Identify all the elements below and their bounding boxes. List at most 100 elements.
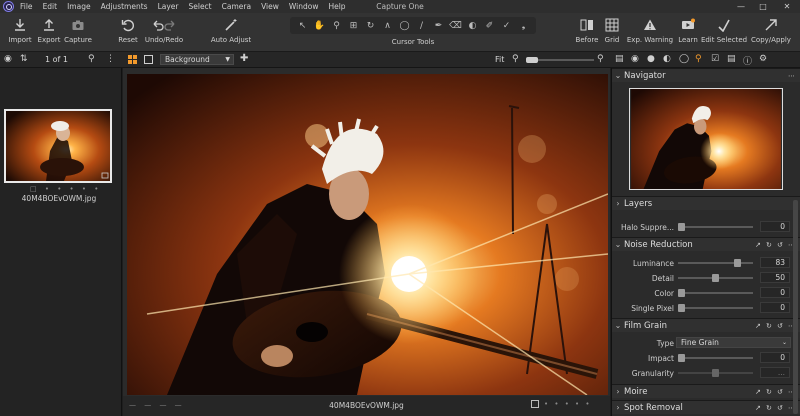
maximize-icon[interactable]: □ bbox=[752, 0, 774, 13]
close-icon[interactable]: ✕ bbox=[776, 0, 798, 13]
copy-icon[interactable]: ↻ bbox=[766, 322, 773, 330]
rating-dots[interactable]: □ • • • • • bbox=[30, 185, 101, 193]
library-tab-icon[interactable]: ▤ bbox=[615, 54, 624, 64]
more-icon[interactable]: ⋯ bbox=[788, 72, 795, 80]
menu-layer[interactable]: Layer bbox=[158, 2, 179, 11]
select-cursor-icon[interactable]: ↖ bbox=[296, 19, 310, 33]
zoom-slider-thumb[interactable] bbox=[526, 57, 538, 63]
eraser-icon[interactable]: ⌫ bbox=[449, 19, 463, 33]
settings-tab-icon[interactable]: ⚙ bbox=[759, 54, 767, 64]
reset-section-icon[interactable]: ↺ bbox=[777, 241, 784, 249]
zoom-fit-label[interactable]: Fit bbox=[495, 55, 504, 64]
sort-icon[interactable]: ⇅ bbox=[20, 54, 28, 64]
halo-suppression-value[interactable]: 0 bbox=[760, 221, 790, 232]
color-picker-icon[interactable]: ✓ bbox=[500, 19, 514, 33]
color-tab-icon[interactable]: ● bbox=[647, 54, 655, 64]
zoom-slider[interactable] bbox=[526, 57, 594, 63]
copy-icon[interactable]: ↻ bbox=[766, 388, 773, 396]
zoom-icon[interactable]: ⚲ bbox=[330, 19, 344, 33]
expand-icon[interactable]: ↗ bbox=[755, 388, 762, 396]
tools-scrollbar[interactable] bbox=[793, 200, 798, 414]
luminance-value[interactable]: 83 bbox=[760, 257, 790, 268]
single-view-icon[interactable] bbox=[144, 55, 153, 64]
slider-thumb[interactable] bbox=[678, 223, 685, 231]
eye-icon[interactable]: ◉ bbox=[4, 54, 12, 64]
copy-apply-button[interactable]: Copy/Apply bbox=[750, 13, 792, 52]
crosshair-icon[interactable]: ✚ bbox=[240, 53, 248, 64]
gradient-icon[interactable]: ◐ bbox=[466, 19, 480, 33]
menu-file[interactable]: File bbox=[20, 2, 33, 11]
detail-slider[interactable] bbox=[678, 274, 753, 282]
color-value[interactable]: 0 bbox=[760, 287, 790, 298]
slider-thumb[interactable] bbox=[678, 304, 685, 312]
keystone-icon[interactable]: ∧ bbox=[381, 19, 395, 33]
reset-button[interactable]: Reset bbox=[116, 13, 140, 52]
grain-type-select[interactable]: Fine Grain ⌄ bbox=[676, 337, 791, 348]
copy-icon[interactable]: ↻ bbox=[766, 241, 773, 249]
menu-edit[interactable]: Edit bbox=[43, 2, 58, 11]
navigator-preview[interactable] bbox=[629, 88, 783, 190]
pan-hand-icon[interactable]: ✋ bbox=[313, 19, 327, 33]
import-button[interactable]: Import bbox=[6, 13, 34, 52]
granularity-slider[interactable] bbox=[678, 369, 753, 377]
moire-header[interactable]: › Moire ↗ ↻ ↺ ⋯ bbox=[612, 384, 800, 398]
reset-section-icon[interactable]: ↺ bbox=[777, 388, 784, 396]
background-select[interactable]: Background ▼ bbox=[160, 54, 234, 65]
menu-camera[interactable]: Camera bbox=[222, 2, 251, 11]
exposure-tab-icon[interactable]: ◐ bbox=[663, 54, 671, 64]
menu-window[interactable]: Window bbox=[289, 2, 319, 11]
metadata-tab-icon[interactable]: ▤ bbox=[727, 54, 736, 64]
single-pixel-value[interactable]: 0 bbox=[760, 302, 790, 313]
layers-header[interactable]: › Layers bbox=[612, 196, 800, 210]
film-grain-header[interactable]: ⌄ Film Grain ↗ ↻ ↺ ⋯ bbox=[612, 318, 800, 332]
capture-button[interactable]: Capture bbox=[64, 13, 92, 52]
menu-select[interactable]: Select bbox=[188, 2, 211, 11]
navigator-header[interactable]: ⌄ Navigator ⋯ bbox=[612, 68, 800, 82]
thumbnail[interactable] bbox=[4, 109, 112, 183]
granularity-value[interactable]: ... bbox=[760, 367, 790, 378]
white-balance-icon[interactable]: ❟ bbox=[517, 19, 531, 33]
auto-adjust-button[interactable]: Auto Adjust bbox=[208, 13, 254, 52]
before-button[interactable]: Before bbox=[575, 13, 599, 52]
menu-image[interactable]: Image bbox=[67, 2, 91, 11]
grid-button[interactable]: Grid bbox=[603, 13, 621, 52]
slider-thumb[interactable] bbox=[678, 354, 685, 362]
color-slider[interactable] bbox=[678, 289, 753, 297]
color-tag-icon[interactable] bbox=[531, 400, 539, 408]
grid-view-icon[interactable] bbox=[128, 55, 137, 64]
adjustments-tab-icon[interactable]: ☑ bbox=[711, 54, 719, 64]
crop-icon[interactable]: ⊞ bbox=[347, 19, 361, 33]
menu-help[interactable]: Help bbox=[328, 2, 345, 11]
expand-icon[interactable]: ↗ bbox=[755, 404, 762, 412]
rotate-icon[interactable]: ↻ bbox=[364, 19, 378, 33]
browser-menu-icon[interactable]: ⋮ bbox=[106, 54, 115, 64]
info-tab-icon[interactable]: ⓘ bbox=[743, 54, 752, 67]
export-button[interactable]: Export bbox=[36, 13, 62, 52]
luminance-slider[interactable] bbox=[678, 259, 753, 267]
learn-button[interactable]: Learn bbox=[677, 13, 699, 52]
copy-icon[interactable]: ↻ bbox=[766, 404, 773, 412]
noise-reduction-header[interactable]: ⌄ Noise Reduction ↗ ↻ ↺ ⋯ bbox=[612, 237, 800, 251]
exposure-warning-button[interactable]: Exp. Warning bbox=[627, 13, 673, 52]
lens-tab-icon[interactable]: ◯ bbox=[679, 54, 689, 64]
single-pixel-slider[interactable] bbox=[678, 304, 753, 312]
capture-tab-icon[interactable]: ◉ bbox=[631, 54, 639, 64]
reset-section-icon[interactable]: ↺ bbox=[777, 404, 784, 412]
slider-thumb[interactable] bbox=[712, 369, 719, 377]
impact-value[interactable]: 0 bbox=[760, 352, 790, 363]
impact-slider[interactable] bbox=[678, 354, 753, 362]
expand-icon[interactable]: ↗ bbox=[755, 322, 762, 330]
main-photo[interactable] bbox=[127, 74, 608, 395]
slider-thumb[interactable] bbox=[678, 289, 685, 297]
minimize-icon[interactable]: — bbox=[730, 0, 752, 13]
undo-redo-button[interactable]: Undo/Redo bbox=[144, 13, 184, 52]
reset-section-icon[interactable]: ↺ bbox=[777, 322, 784, 330]
viewer-stars[interactable]: • • • • • bbox=[544, 400, 592, 408]
spot-icon[interactable]: ◯ bbox=[398, 19, 412, 33]
detail-value[interactable]: 50 bbox=[760, 272, 790, 283]
annotation-icon[interactable]: ✐ bbox=[483, 19, 497, 33]
picker-icon[interactable]: ∕ bbox=[415, 19, 429, 33]
expand-icon[interactable]: ↗ bbox=[755, 241, 762, 249]
slider-thumb[interactable] bbox=[712, 274, 719, 282]
brush-icon[interactable]: ✒ bbox=[432, 19, 446, 33]
